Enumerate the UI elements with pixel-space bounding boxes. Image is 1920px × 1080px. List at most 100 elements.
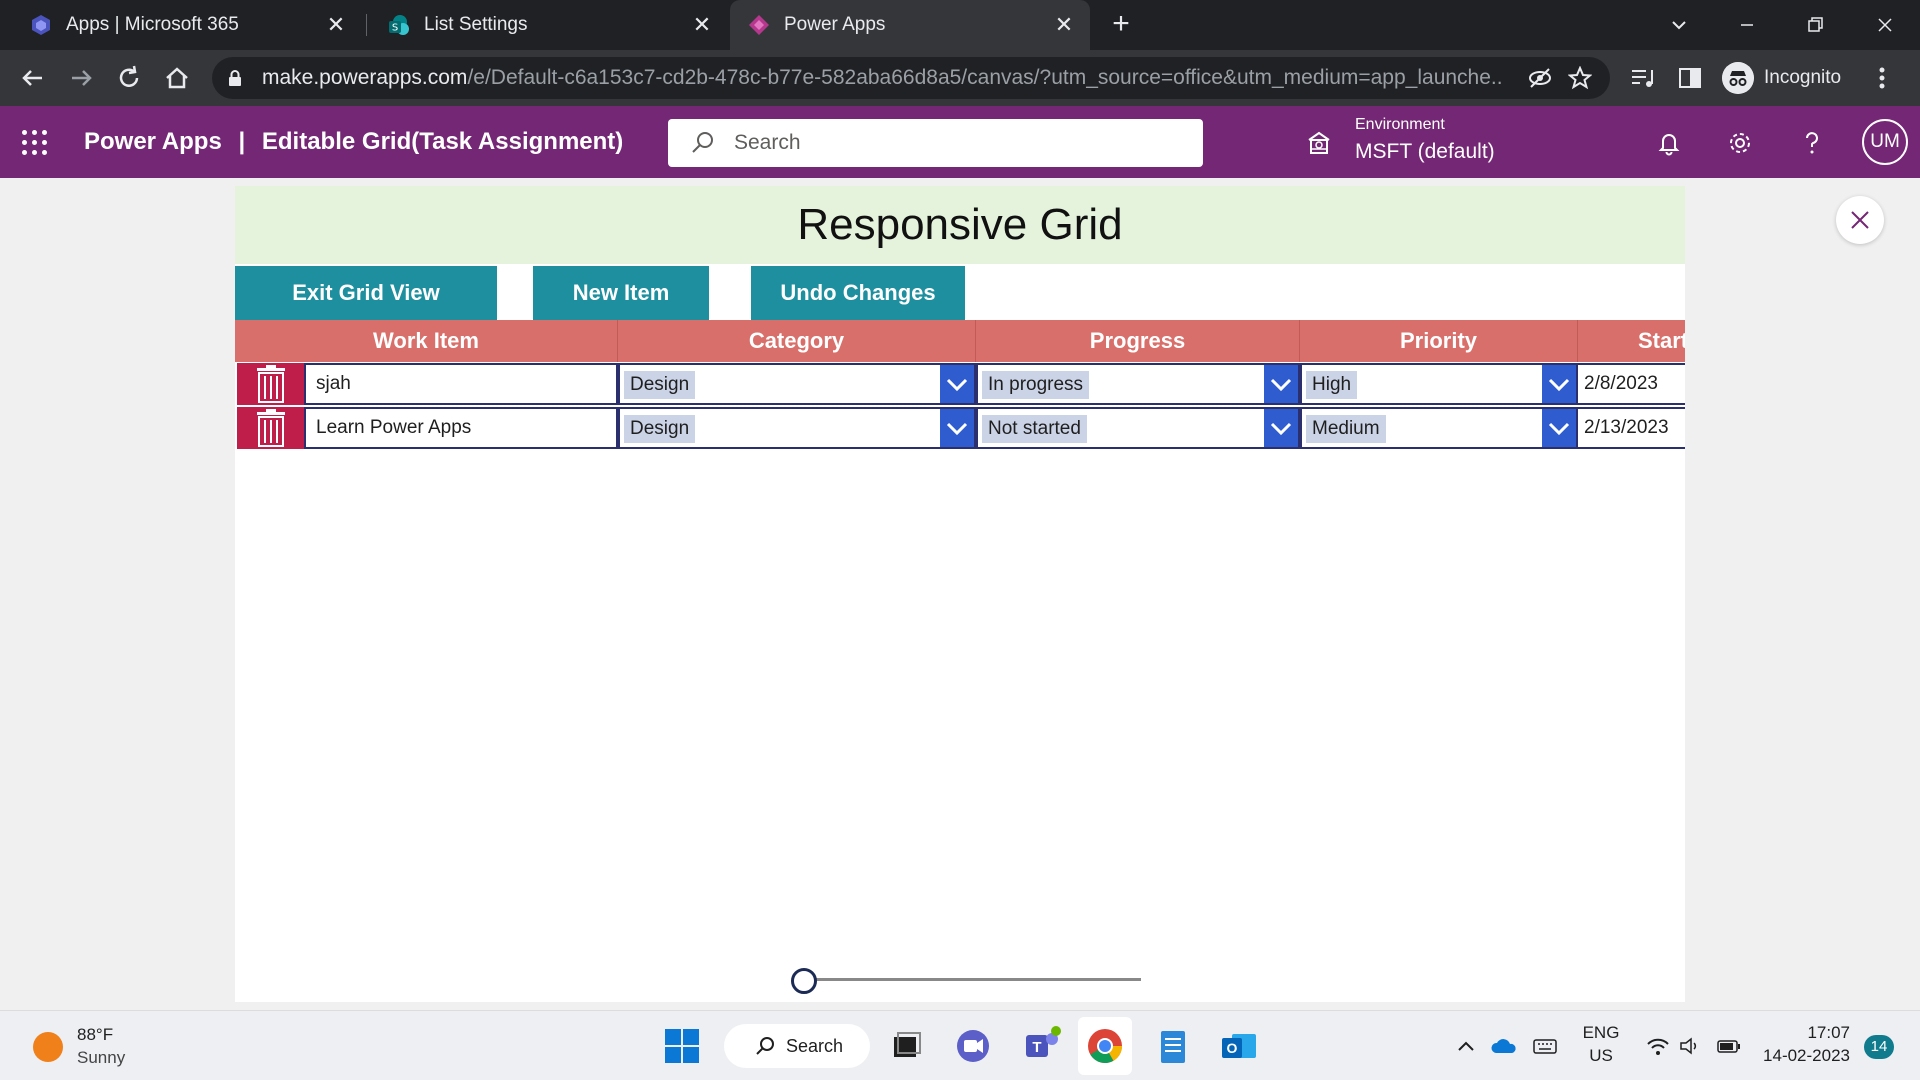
close-tab-icon[interactable]: ✕ [690, 13, 714, 37]
tab-list-settings[interactable]: S List Settings ✕ [368, 0, 728, 50]
notification-count-badge[interactable]: 14 [1864, 1035, 1894, 1059]
language-indicator-line2[interactable]: US [1580, 1046, 1622, 1066]
chrome-icon[interactable] [1084, 1025, 1126, 1067]
outlook-icon[interactable]: O [1218, 1025, 1260, 1067]
grid-header: Work Item Category Progress Priority Sta… [235, 320, 1685, 362]
brand-name[interactable]: Power Apps [84, 128, 222, 155]
priority-dropdown[interactable]: High [1300, 363, 1578, 405]
svg-text:T: T [1032, 1039, 1041, 1056]
clock-date[interactable]: 14-02-2023 [1750, 1046, 1850, 1066]
chevron-down-icon[interactable] [1542, 365, 1576, 403]
teams-icon[interactable]: T [1020, 1025, 1062, 1067]
browser-toolbar: make.powerapps.com/e/Default-c6a153c7-cd… [0, 50, 1920, 106]
progress-dropdown[interactable]: Not started [976, 407, 1300, 449]
incognito-icon [1722, 62, 1754, 94]
url-host: make.powerapps.com [262, 66, 468, 89]
microsoft-365-icon [32, 15, 50, 35]
star-icon[interactable] [1568, 66, 1592, 90]
chevron-down-icon[interactable] [1264, 409, 1298, 447]
close-app-button[interactable] [1836, 196, 1884, 244]
work-item-input[interactable]: sjah [304, 363, 618, 405]
chevron-down-icon[interactable] [1264, 365, 1298, 403]
weather-condition[interactable]: Sunny [77, 1048, 125, 1068]
new-tab-icon[interactable]: + [1107, 9, 1135, 39]
teams-chat-icon[interactable] [952, 1025, 994, 1067]
tab-search-chevron-icon[interactable] [1664, 10, 1694, 40]
back-arrow-icon[interactable] [18, 63, 48, 93]
delete-row-button[interactable] [237, 407, 304, 449]
power-apps-icon [749, 15, 769, 35]
progress-dropdown[interactable]: In progress [976, 363, 1300, 405]
new-item-button[interactable]: New Item [533, 266, 709, 320]
svg-text:O: O [1227, 1040, 1238, 1056]
app-launcher-waffle-icon[interactable] [22, 130, 48, 156]
windows-start-icon[interactable] [664, 1028, 700, 1064]
chevron-down-icon[interactable] [1542, 409, 1576, 447]
close-window-icon[interactable] [1870, 10, 1900, 40]
column-header-work-item: Work Item [235, 320, 618, 362]
media-control-icon[interactable] [1630, 66, 1656, 90]
volume-icon[interactable] [1678, 1035, 1702, 1057]
keyboard-icon[interactable] [1532, 1035, 1558, 1057]
environment-icon [1308, 131, 1330, 154]
user-avatar[interactable]: UM [1862, 119, 1908, 165]
category-dropdown[interactable]: Design [618, 407, 976, 449]
settings-gear-icon[interactable] [1725, 128, 1755, 158]
environment-label: Environment [1355, 116, 1445, 133]
notepad-icon[interactable] [1152, 1025, 1194, 1067]
chevron-down-icon[interactable] [940, 365, 974, 403]
exit-grid-view-button[interactable]: Exit Grid View [235, 266, 497, 320]
help-icon[interactable] [1797, 128, 1827, 158]
tab-title: Power Apps [784, 14, 886, 35]
horizontal-scroll-slider[interactable] [805, 978, 1141, 981]
category-dropdown[interactable]: Design [618, 363, 976, 405]
battery-icon[interactable] [1716, 1035, 1742, 1057]
eye-slash-icon[interactable] [1528, 67, 1552, 89]
tab-title: Apps | Microsoft 365 [66, 14, 239, 35]
chevron-down-icon[interactable] [940, 409, 974, 447]
trash-icon [257, 409, 285, 447]
app-title-bar: Responsive Grid [235, 186, 1685, 264]
home-icon[interactable] [162, 63, 192, 93]
clock-time[interactable]: 17:07 [1760, 1023, 1850, 1043]
tab-power-apps[interactable]: Power Apps ✕ [730, 0, 1090, 50]
environment-selector[interactable]: MSFT (default) [1355, 140, 1495, 164]
taskbar-search[interactable]: Search [724, 1024, 870, 1068]
task-view-icon[interactable] [884, 1025, 926, 1067]
reload-icon[interactable] [114, 63, 144, 93]
taskbar-search-label: Search [786, 1035, 844, 1056]
profile-label: Incognito [1764, 67, 1842, 88]
delete-row-button[interactable] [237, 363, 304, 405]
search-input[interactable]: Search [668, 119, 1203, 167]
chevron-up-icon[interactable] [1454, 1035, 1478, 1057]
start-date-input[interactable]: 2/8/2023 [1578, 363, 1685, 405]
table-row: Learn Power Apps Design Not started Medi… [235, 407, 1685, 449]
forward-arrow-icon[interactable] [66, 63, 96, 93]
side-panel-icon[interactable] [1678, 66, 1702, 90]
restore-icon[interactable] [1800, 10, 1830, 40]
language-indicator-line1[interactable]: ENG [1580, 1023, 1622, 1043]
browser-menu-icon[interactable] [1876, 64, 1888, 92]
close-tab-icon[interactable]: ✕ [324, 13, 348, 37]
progress-value: Not started [982, 415, 1087, 443]
tab-apps-microsoft-365[interactable]: Apps | Microsoft 365 ✕ [0, 0, 362, 50]
lock-icon [229, 70, 241, 86]
work-item-input[interactable]: Learn Power Apps [304, 407, 618, 449]
weather-temperature[interactable]: 88°F [77, 1025, 113, 1045]
undo-changes-button[interactable]: Undo Changes [751, 266, 965, 320]
sharepoint-icon: S [389, 15, 409, 35]
onedrive-cloud-icon[interactable] [1490, 1035, 1518, 1057]
address-bar[interactable]: make.powerapps.com/e/Default-c6a153c7-cd… [212, 57, 1610, 99]
priority-dropdown[interactable]: Medium [1300, 407, 1578, 449]
weather-sun-icon[interactable] [33, 1032, 63, 1062]
close-tab-icon[interactable]: ✕ [1052, 13, 1076, 37]
wifi-icon[interactable] [1646, 1035, 1670, 1057]
column-header-start: Start [1638, 328, 1685, 353]
minimize-icon[interactable] [1732, 10, 1762, 40]
incognito-profile[interactable]: Incognito [1722, 58, 1841, 98]
slider-handle[interactable] [791, 968, 817, 994]
notifications-bell-icon[interactable] [1654, 128, 1684, 158]
start-date-input[interactable]: 2/13/2023 [1578, 407, 1685, 449]
svg-text:S: S [392, 23, 398, 34]
close-icon [1851, 211, 1869, 229]
